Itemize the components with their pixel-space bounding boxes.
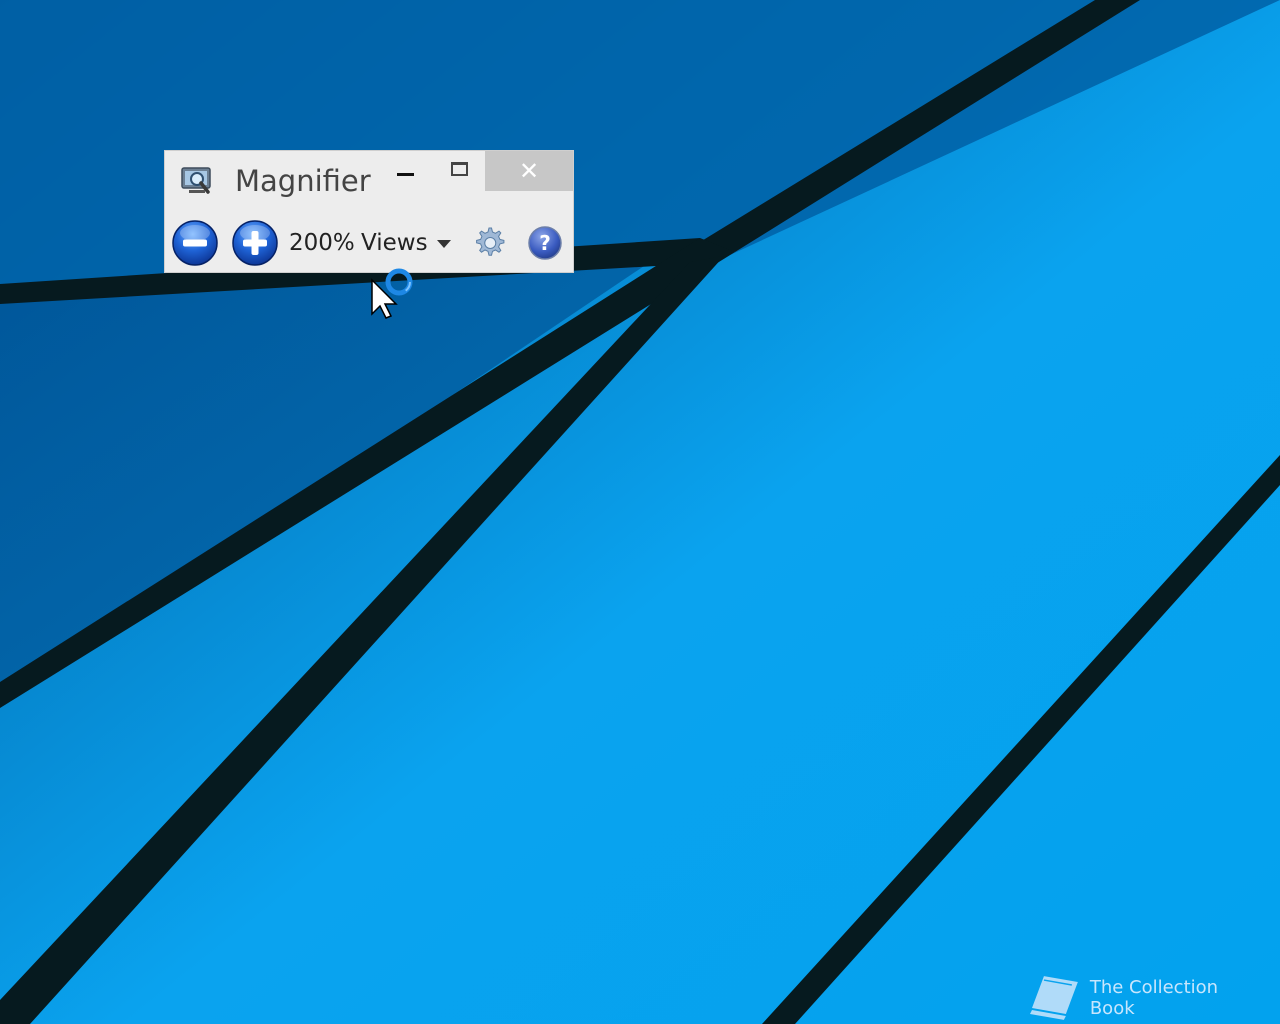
maximize-button[interactable] [437,151,481,191]
minimize-button[interactable] [383,151,427,191]
zoom-out-icon [183,239,207,247]
zoom-level-label: 200% [289,230,355,256]
close-icon: ✕ [518,157,540,185]
magnifier-window[interactable]: Magnifier ✕ 200% Views ? [164,150,574,273]
busy-cursor-icon [371,268,413,319]
minimize-icon [396,172,414,176]
gear-icon [476,227,505,256]
watermark: The Collection Book [1028,974,1268,1022]
settings-button[interactable] [471,225,507,261]
magnifier-toolbar: 200% Views ? [165,215,573,271]
views-dropdown[interactable]: Views [361,225,451,261]
views-label: Views [361,230,428,256]
help-button[interactable]: ? [527,225,563,261]
zoom-out-button[interactable] [171,219,219,267]
svg-text:?: ? [539,231,551,255]
maximize-icon [450,162,468,176]
zoom-in-button[interactable] [231,219,279,267]
help-icon: ? [528,226,562,260]
chevron-down-icon [436,240,451,248]
close-button[interactable]: ✕ [485,151,573,191]
watermark-text: The Collection Book [1089,977,1219,1019]
book-icon [1029,976,1078,1020]
window-title: Magnifier [235,164,371,198]
title-bar[interactable]: Magnifier ✕ [165,151,573,211]
magnifier-app-icon [181,167,211,194]
